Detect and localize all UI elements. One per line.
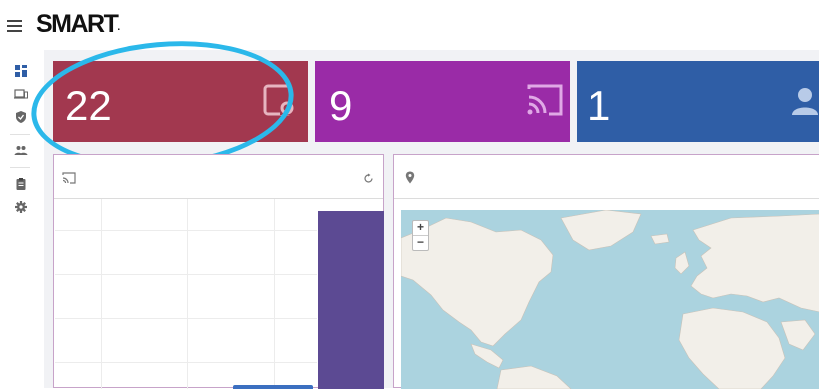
users-icon — [792, 88, 818, 115]
devices-icon[interactable] — [14, 87, 28, 101]
chart-gridline — [274, 199, 275, 389]
panel-header — [54, 155, 383, 199]
zoom-in-button[interactable]: + — [413, 221, 428, 235]
zoom-out-button[interactable]: − — [413, 235, 428, 250]
map-pin-icon — [405, 171, 415, 184]
cast-icon — [527, 84, 563, 116]
brand-logo[interactable]: SMART. — [36, 10, 121, 39]
top-bar: SMART. — [0, 0, 819, 50]
tile-casting[interactable]: 9 — [315, 61, 570, 142]
shield-icon[interactable] — [14, 110, 28, 124]
chart-gridline — [55, 318, 317, 319]
chart-bar — [318, 211, 384, 389]
panel-header — [394, 155, 819, 199]
tile-value: 1 — [587, 82, 611, 129]
casting-chart-panel — [53, 154, 384, 389]
sidebar-divider — [10, 167, 30, 168]
logo-dot: . — [117, 22, 120, 33]
clipboard-icon[interactable] — [14, 177, 28, 191]
users-icon[interactable] — [14, 143, 28, 157]
tile-devices[interactable]: 22 — [53, 61, 308, 142]
map-landmasses — [401, 210, 819, 389]
device-lock-icon — [263, 84, 294, 116]
tile-users[interactable]: 1 — [577, 61, 819, 142]
chart-gridline — [55, 230, 317, 231]
refresh-icon[interactable] — [363, 173, 374, 184]
chart-gridline — [55, 362, 317, 363]
zoom-control: + − — [412, 220, 429, 251]
sidebar — [0, 50, 44, 388]
tile-value: 22 — [65, 82, 112, 129]
chart-gridline — [187, 199, 188, 389]
panel-tab-indicator — [233, 385, 313, 389]
world-map[interactable]: + − — [401, 210, 819, 389]
map-panel: + − — [393, 154, 819, 389]
logo-text: SMART — [36, 10, 119, 38]
chart-gridline — [55, 274, 317, 275]
cast-icon — [62, 172, 76, 184]
chart-gridline — [101, 199, 102, 389]
tile-value: 9 — [329, 82, 353, 129]
sidebar-divider — [10, 134, 30, 135]
gear-icon[interactable] — [14, 200, 28, 214]
casting-chart — [55, 199, 384, 389]
menu-icon[interactable] — [7, 20, 22, 33]
dashboard-icon[interactable] — [14, 64, 28, 78]
